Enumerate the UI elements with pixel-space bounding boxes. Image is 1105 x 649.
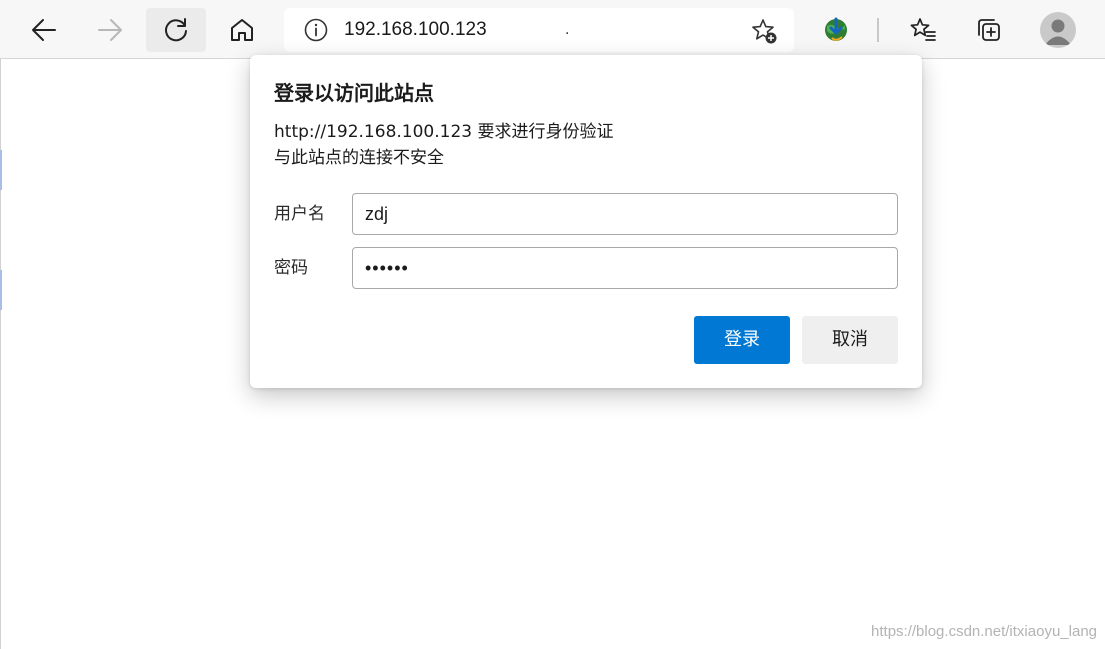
url-text[interactable]: 192.168.100.123 (344, 18, 487, 42)
refresh-button[interactable] (146, 8, 206, 52)
page-left-border (0, 59, 1, 649)
arrow-left-icon (32, 19, 56, 41)
login-button[interactable]: 登录 (694, 316, 790, 364)
home-button[interactable] (212, 8, 272, 52)
arrow-right-icon (98, 19, 122, 41)
dialog-message-url: http://192.168.100.123 要求进行身份验证 (274, 122, 614, 142)
watermark-text: https://blog.csdn.net/itxiaoyu_lang (871, 623, 1097, 640)
username-label: 用户名 (274, 204, 325, 224)
extension-button[interactable] (806, 8, 866, 52)
password-label: 密码 (274, 258, 308, 278)
favorites-button[interactable] (893, 8, 953, 52)
auth-dialog: 登录以访问此站点 http://192.168.100.123 要求进行身份验证… (250, 55, 922, 388)
toolbar-divider (877, 18, 879, 42)
cancel-button[interactable]: 取消 (802, 316, 898, 364)
address-bar[interactable]: 192.168.100.123 . (284, 8, 794, 52)
page-left-mark (0, 270, 2, 310)
info-icon[interactable] (304, 18, 328, 42)
username-input[interactable]: zdj (352, 193, 898, 235)
collections-icon (978, 19, 1000, 41)
back-button[interactable] (14, 8, 74, 52)
home-icon (231, 19, 253, 41)
dialog-message-insecure: 与此站点的连接不安全 (274, 148, 444, 168)
password-input[interactable]: •••••• (352, 247, 898, 289)
dialog-title: 登录以访问此站点 (274, 81, 434, 105)
url-trailing-dot: . (565, 22, 570, 38)
refresh-icon (165, 18, 187, 42)
avatar-icon (1045, 19, 1071, 45)
page-left-mark (0, 150, 2, 190)
globe-extension-icon (825, 17, 847, 41)
collections-button[interactable] (959, 8, 1019, 52)
star-add-icon[interactable] (750, 17, 778, 45)
browser-toolbar: 192.168.100.123 . (0, 0, 1105, 59)
profile-button[interactable] (1040, 12, 1076, 48)
forward-button[interactable] (80, 8, 140, 52)
favorites-list-icon (910, 18, 936, 41)
